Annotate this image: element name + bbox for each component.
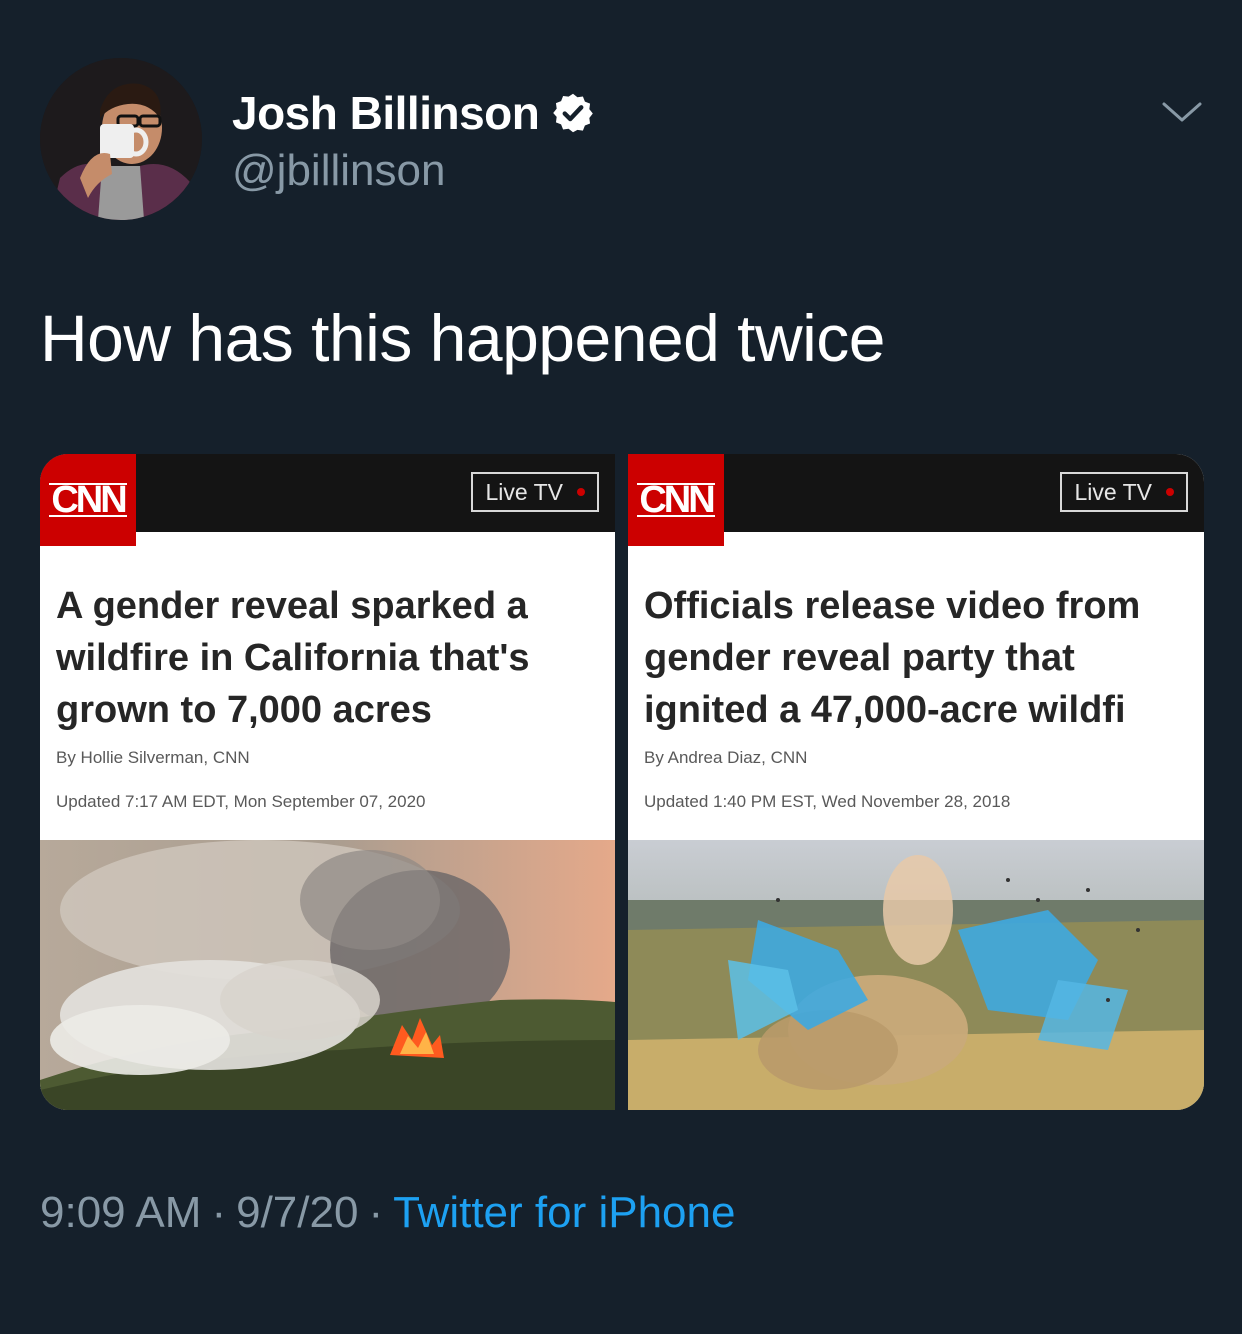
tweet-text: How has this happened twice bbox=[40, 301, 886, 375]
article-byline: By Andrea Diaz, CNN bbox=[644, 748, 808, 767]
article-byline: By Hollie Silverman, CNN bbox=[56, 748, 250, 767]
author-handle[interactable]: @jbillinson bbox=[232, 146, 445, 196]
article-updated: Updated 1:40 PM EST, Wed November 28, 20… bbox=[644, 792, 1011, 811]
separator: · bbox=[211, 1188, 227, 1237]
wildfire-photo bbox=[40, 840, 615, 1110]
live-tv-button: Live TV bbox=[471, 472, 599, 512]
article-headline: A gender reveal sparked a wildfire in Ca… bbox=[56, 580, 615, 736]
live-tv-button: Live TV bbox=[1060, 472, 1188, 512]
headline-line: gender reveal party that bbox=[644, 637, 1075, 679]
avatar[interactable] bbox=[40, 58, 202, 220]
headline-line: grown to 7,000 acres bbox=[56, 689, 432, 731]
article-headline: Officials release video from gender reve… bbox=[644, 580, 1204, 736]
cnn-logo: CNN bbox=[40, 454, 136, 546]
live-tv-label: Live TV bbox=[485, 478, 563, 505]
verified-badge-icon bbox=[553, 93, 594, 133]
explosion-photo bbox=[628, 840, 1204, 1110]
headline-line: wildfire in California that's bbox=[56, 637, 530, 679]
live-tv-label: Live TV bbox=[1074, 478, 1152, 505]
author-display-name: Josh Billinson bbox=[232, 87, 540, 139]
author-name[interactable]: Josh Billinson bbox=[232, 86, 595, 140]
live-dot-icon bbox=[577, 488, 585, 496]
tweet-date[interactable]: 9/7/20 bbox=[236, 1188, 358, 1237]
cnn-logo: CNN bbox=[628, 454, 724, 546]
live-dot-icon bbox=[1166, 488, 1174, 496]
article-card-left[interactable]: CNN Live TV A gender reveal sparked a wi… bbox=[40, 454, 615, 1110]
tweet-time[interactable]: 9:09 AM bbox=[40, 1188, 201, 1237]
headline-line: Officials release video from bbox=[644, 585, 1141, 627]
chevron-down-icon[interactable] bbox=[1158, 88, 1206, 136]
headline-line: ignited a 47,000-acre wildfi bbox=[644, 689, 1126, 731]
tweet-source-link[interactable]: Twitter for iPhone bbox=[393, 1188, 735, 1237]
separator: · bbox=[368, 1188, 384, 1237]
avatar-image bbox=[40, 58, 202, 220]
article-updated: Updated 7:17 AM EDT, Mon September 07, 2… bbox=[56, 792, 426, 811]
headline-line: A gender reveal sparked a bbox=[56, 585, 528, 627]
tweet-media[interactable]: CNN Live TV A gender reveal sparked a wi… bbox=[40, 454, 1204, 1110]
article-card-right[interactable]: CNN Live TV Officials release video from… bbox=[628, 454, 1204, 1110]
tweet-footer: 9:09 AM · 9/7/20 · Twitter for iPhone bbox=[40, 1188, 735, 1238]
